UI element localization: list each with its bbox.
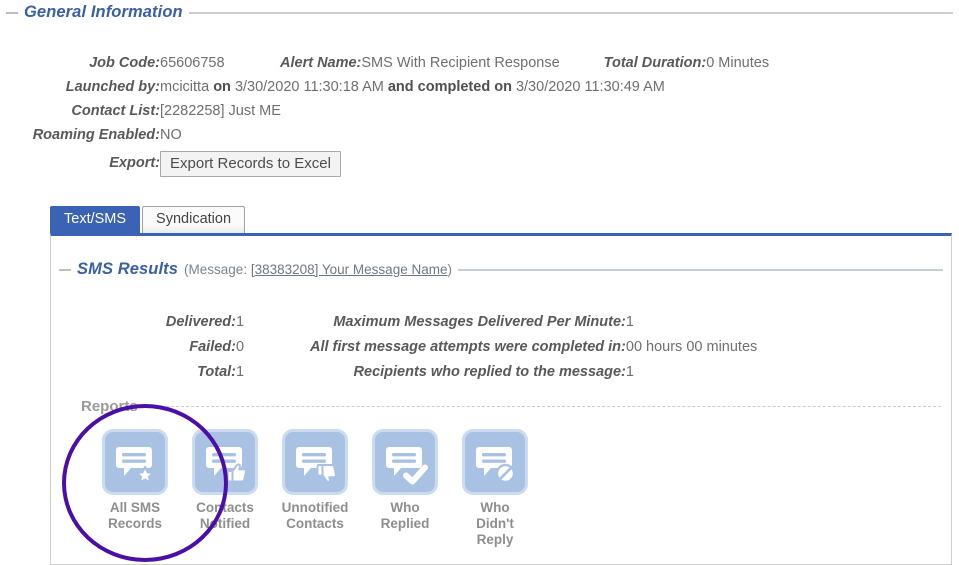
sms-results-message-note: (Message: [38383208] Your Message Name)	[184, 262, 452, 277]
spacer	[256, 364, 310, 389]
reports-label: Reports	[81, 398, 138, 415]
sms-thumbs-down-icon	[282, 429, 348, 495]
report-caption-line2: Contacts	[286, 516, 344, 531]
sms-results-stats-table: Delivered: 1 Maximum Messages Delivered …	[51, 314, 757, 389]
sms-results-title: SMS Results	[77, 260, 179, 278]
report-item-contacts-notified[interactable]: Contacts Notified	[191, 429, 259, 548]
report-item-who-didnt-reply[interactable]: Who Didn't Reply	[461, 429, 529, 548]
max-per-minute-value: 1	[625, 314, 634, 330]
job-code-label: Job Code:	[89, 55, 160, 71]
export-label: Export:	[109, 155, 160, 171]
message-suffix: )	[447, 262, 452, 277]
total-duration-value: 0 Minutes	[706, 55, 770, 71]
tab-panel-text-sms: SMS Results (Message: [38383208] Your Me…	[50, 233, 952, 565]
total-value: 1	[236, 364, 245, 380]
table-row-roaming: Roaming Enabled: NO	[0, 127, 769, 151]
sms-no-reply-icon	[462, 429, 528, 495]
tab-text-sms[interactable]: Text/SMS	[50, 206, 141, 233]
roaming-enabled-value: NO	[160, 127, 182, 143]
general-information-panel: Job Code: 65606758 Alert Name: SMS With …	[0, 55, 959, 184]
alert-name-value: SMS With Recipient Response	[361, 55, 560, 71]
sms-results-header: SMS Results (Message: [38383208] Your Me…	[59, 260, 943, 279]
recipients-replied-value: 1	[625, 364, 634, 380]
sms-star-icon	[102, 429, 168, 495]
reports-icon-list: All SMS Records Contacts Notified Unnoti…	[81, 429, 941, 548]
report-caption-line1: Who Didn't	[476, 500, 514, 531]
table-row-total: Total: 1 Recipients who replied to the m…	[51, 364, 757, 389]
max-per-minute-label: Maximum Messages Delivered Per Minute:	[333, 314, 626, 330]
table-row-failed: Failed: 0 All first message attempts wer…	[51, 339, 757, 364]
table-row-job-code: Job Code: 65606758 Alert Name: SMS With …	[0, 55, 769, 79]
delivered-label: Delivered:	[165, 314, 236, 330]
contact-list-label: Contact List:	[71, 103, 160, 119]
report-caption-line1: Contacts	[196, 500, 254, 515]
export-records-to-excel-button[interactable]: Export Records to Excel	[160, 151, 341, 177]
report-caption: Who Replied	[371, 500, 439, 532]
report-caption-line2: Records	[107, 516, 163, 531]
report-caption-line2: Replied	[380, 516, 430, 531]
roaming-enabled-label: Roaming Enabled:	[32, 127, 160, 143]
failed-value: 0	[236, 339, 245, 355]
sms-results-stats: Delivered: 1 Maximum Messages Delivered …	[51, 314, 951, 389]
sms-results-rule	[457, 268, 943, 271]
sms-check-icon	[372, 429, 438, 495]
reports-dotted-rule	[145, 406, 941, 407]
reports-section: Reports All SMS Records Contacts Notifie…	[81, 398, 941, 548]
alert-name-label: Alert Name:	[280, 55, 362, 71]
recipients-replied-label: Recipients who replied to the message:	[353, 364, 626, 380]
job-code-value: 65606758	[160, 55, 225, 71]
launched-by-label: Launched by:	[65, 79, 160, 95]
message-prefix: (Message:	[184, 262, 251, 277]
report-caption-line1: All SMS	[109, 500, 161, 515]
launched-by-user: mcicitta	[160, 79, 210, 95]
sms-results-left-dash	[59, 268, 71, 271]
total-duration-label: Total Duration:	[603, 55, 707, 71]
tab-syndication[interactable]: Syndication	[142, 206, 246, 233]
table-row-export: Export: Export Records to Excel	[0, 151, 769, 184]
general-info-table: Job Code: 65606758 Alert Name: SMS With …	[0, 55, 769, 184]
reports-header: Reports	[81, 398, 941, 415]
table-row-delivered: Delivered: 1 Maximum Messages Delivered …	[51, 314, 757, 339]
report-caption-line2: Notified	[199, 516, 251, 531]
table-row-launched-by: Launched by: mcicitta on 3/30/2020 11:30…	[0, 79, 769, 103]
report-caption: Unnotified Contacts	[281, 500, 349, 532]
report-item-unnotified-contacts[interactable]: Unnotified Contacts	[281, 429, 349, 548]
launched-on-word: on	[213, 79, 231, 95]
delivered-value: 1	[236, 314, 245, 330]
completed-in-value: 00 hours 00 minutes	[625, 339, 758, 355]
report-caption-line1: Unnotified	[281, 500, 349, 515]
report-caption: All SMS Records	[101, 500, 169, 532]
report-caption-line1: Who	[390, 500, 420, 515]
spacer	[256, 339, 310, 364]
completed-on-word: and completed on	[387, 79, 512, 95]
general-information-header: General Information	[6, 3, 953, 22]
launched-by-value: mcicitta on 3/30/2020 11:30:18 AM and co…	[160, 79, 769, 103]
contact-list-value: [2282258] Just ME	[160, 103, 281, 119]
report-caption-line2: Reply	[476, 532, 514, 547]
report-caption: Who Didn't Reply	[461, 500, 529, 548]
total-label: Total:	[197, 364, 236, 380]
report-item-who-replied[interactable]: Who Replied	[371, 429, 439, 548]
report-caption: Contacts Notified	[191, 500, 259, 532]
header-rule	[188, 11, 953, 14]
failed-label: Failed:	[189, 339, 236, 355]
page-title: General Information	[24, 3, 183, 21]
completed-in-label: All first message attempts were complete…	[310, 339, 626, 355]
header-left-dash	[6, 11, 18, 14]
tab-container: Text/SMS Syndication SMS Results (Messag…	[50, 206, 952, 565]
completed-on-date: 3/30/2020 11:30:49 AM	[515, 79, 665, 95]
table-row-contact-list: Contact List: [2282258] Just ME	[0, 103, 769, 127]
report-item-all-sms-records[interactable]: All SMS Records	[101, 429, 169, 548]
message-link[interactable]: [38383208] Your Message Name	[251, 262, 448, 277]
sms-thumbs-up-icon	[192, 429, 258, 495]
spacer	[560, 55, 604, 79]
spacer	[256, 314, 310, 339]
tabstrip: Text/SMS Syndication	[50, 206, 952, 233]
launched-on-date: 3/30/2020 11:30:18 AM	[234, 79, 384, 95]
